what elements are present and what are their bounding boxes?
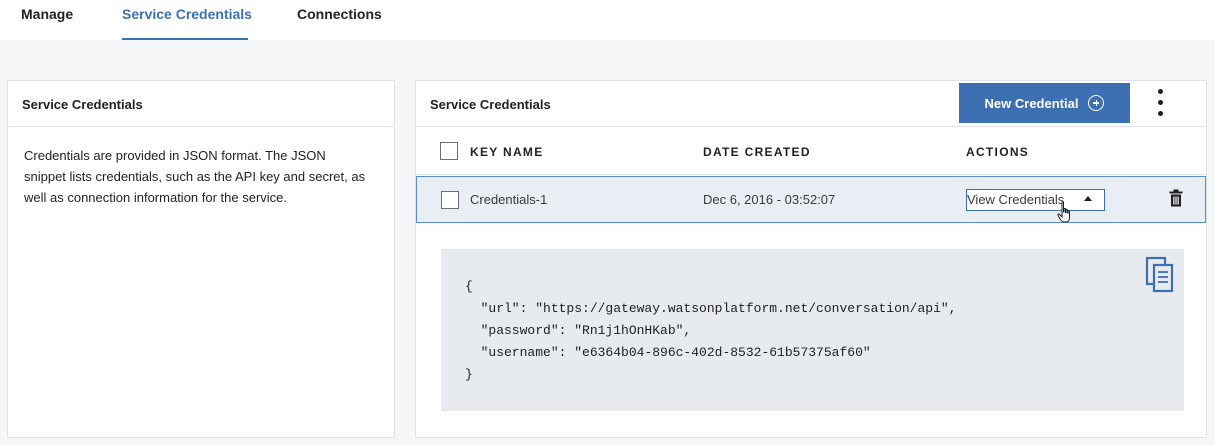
- hand-pointer-icon: [1057, 201, 1070, 223]
- column-header-key-name: KEY NAME: [470, 145, 544, 159]
- info-panel-header: Service Credentials: [8, 81, 394, 127]
- credentials-panel-title: Service Credentials: [430, 97, 551, 112]
- credentials-panel-header: Service Credentials New Credential: [416, 81, 1206, 127]
- tab-connections[interactable]: Connections: [297, 6, 382, 40]
- copy-icon[interactable]: [1145, 256, 1175, 294]
- plus-circle-icon: [1088, 95, 1105, 111]
- view-credentials-label: View Credentials: [967, 192, 1065, 207]
- info-panel-description: Credentials are provided in JSON format.…: [24, 148, 366, 205]
- column-header-actions: ACTIONS: [966, 145, 1030, 159]
- select-all-checkbox[interactable]: [440, 142, 458, 160]
- tab-manage[interactable]: Manage: [21, 6, 73, 40]
- row-key-name: Credentials-1: [470, 192, 548, 207]
- new-credential-button[interactable]: New Credential: [959, 83, 1130, 123]
- caret-up-icon: [1084, 196, 1092, 201]
- info-panel: Service Credentials Credentials are prov…: [7, 80, 395, 438]
- view-credentials-dropdown[interactable]: View Credentials: [966, 189, 1105, 211]
- kebab-menu-icon[interactable]: [1151, 87, 1171, 119]
- credentials-panel: Service Credentials New Credential KEY N…: [415, 80, 1207, 438]
- new-credential-label: New Credential: [984, 95, 1079, 111]
- row-date-created: Dec 6, 2016 - 03:52:07: [703, 192, 836, 207]
- top-tab-bar: Manage Service Credentials Connections: [0, 0, 1215, 40]
- table-header: KEY NAME DATE CREATED ACTIONS: [416, 128, 1206, 175]
- tab-service-credentials[interactable]: Service Credentials: [122, 6, 252, 40]
- row-checkbox[interactable]: [441, 191, 459, 209]
- column-header-date-created: DATE CREATED: [703, 145, 811, 159]
- info-panel-title: Service Credentials: [22, 97, 143, 112]
- table-row[interactable]: Credentials-1 Dec 6, 2016 - 03:52:07 Vie…: [416, 176, 1206, 223]
- credentials-json: { "url": "https://gateway.watsonplatform…: [465, 279, 957, 382]
- trash-icon[interactable]: [1169, 189, 1183, 207]
- credentials-json-box: { "url": "https://gateway.watsonplatform…: [441, 249, 1184, 411]
